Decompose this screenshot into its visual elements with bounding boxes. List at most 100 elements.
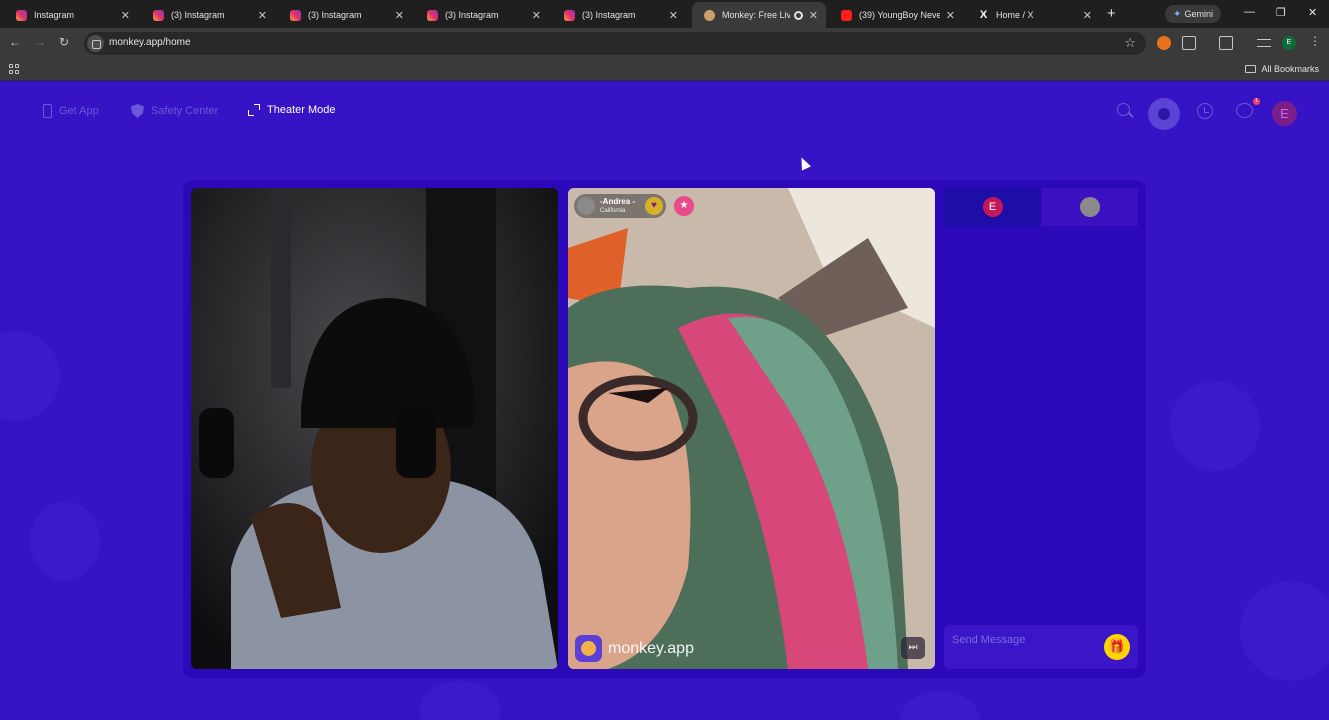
background-pattern — [0, 331, 60, 421]
media-icon[interactable] — [1257, 39, 1271, 47]
peer-profile-chip[interactable]: -Andrea - California ♥ — [574, 194, 666, 218]
tab-title: (3) Instagram — [171, 10, 225, 20]
peer-avatar — [577, 197, 595, 215]
badge-icon: ★ — [674, 196, 694, 216]
browser-tab-strip: Instagram ✕ (3) Instagram ✕ (3) Instagra… — [0, 0, 1329, 28]
my-avatar: E — [982, 197, 1003, 217]
browser-tab-1[interactable]: (3) Instagram ✕ — [141, 4, 275, 26]
self-video — [191, 188, 558, 669]
x-icon: X — [979, 8, 988, 21]
safety-center-link[interactable]: Safety Center — [131, 104, 218, 118]
extension-icon[interactable] — [1157, 36, 1171, 50]
send-message-input[interactable] — [952, 633, 1092, 647]
profile-avatar-icon[interactable]: E — [1282, 36, 1296, 50]
background-pattern — [1170, 381, 1260, 471]
self-video-feed — [191, 188, 558, 669]
peer-video-feed — [568, 188, 935, 669]
chat-tab-me[interactable]: E — [944, 188, 1041, 226]
instagram-icon — [564, 9, 575, 21]
browser-tab-6[interactable]: (39) YoungBoy Never Br ✕ — [829, 4, 963, 26]
browser-tab-5[interactable]: Monkey: Free Live V ✕ — [692, 2, 826, 28]
search-icon[interactable] — [1114, 100, 1136, 122]
skip-forward-icon[interactable]: ⏭ — [901, 637, 925, 659]
close-icon[interactable]: ✕ — [258, 9, 267, 22]
chat-tab-peer[interactable] — [1041, 188, 1138, 226]
background-pattern — [420, 681, 500, 720]
instagram-icon — [427, 9, 438, 21]
tab-title: (3) Instagram — [308, 10, 362, 20]
close-icon[interactable]: ✕ — [946, 9, 955, 22]
chat-panel: E 🎁 — [944, 188, 1138, 669]
tab-title: Instagram — [34, 10, 75, 20]
expand-icon — [248, 104, 260, 116]
browser-tab-3[interactable]: (3) Instagram ✕ — [415, 4, 549, 26]
close-icon[interactable]: ✕ — [809, 9, 818, 22]
heart-icon[interactable]: ♥ — [645, 197, 663, 215]
close-icon[interactable]: ✕ — [669, 9, 678, 22]
theater-mode-button[interactable]: Theater Mode — [248, 104, 335, 116]
background-pattern — [1240, 581, 1329, 681]
close-icon[interactable]: ✕ — [532, 9, 541, 22]
get-app-link[interactable]: Get App — [43, 104, 99, 118]
url-text[interactable]: monkey.app/home — [109, 37, 191, 48]
cast-icon[interactable] — [1219, 36, 1233, 50]
menu-kebab-icon[interactable]: ⋮ — [1309, 34, 1321, 48]
bookmark-star-icon[interactable]: ☆ — [1124, 35, 1136, 51]
message-composer: 🎁 — [944, 625, 1138, 669]
theater-mode-label: Theater Mode — [267, 104, 336, 116]
instagram-icon — [16, 9, 27, 21]
close-icon[interactable]: ✕ — [121, 9, 130, 22]
site-info-icon[interactable] — [87, 35, 104, 52]
sparkle-icon: ✦ — [1173, 8, 1182, 20]
mouse-cursor — [796, 155, 812, 171]
forward-arrow-icon[interactable]: → — [34, 35, 46, 49]
phone-icon — [43, 104, 52, 118]
browser-tab-4[interactable]: (3) Instagram ✕ — [552, 4, 686, 26]
address-bar[interactable]: monkey.app/home ☆ — [84, 32, 1146, 55]
instagram-icon — [290, 9, 301, 21]
window-close-icon[interactable]: ✕ — [1308, 6, 1317, 19]
apps-grid-icon[interactable] — [9, 64, 19, 74]
reload-icon[interactable]: ↻ — [59, 35, 69, 49]
monkey-page: Get App Safety Center Theater Mode 1 E -… — [0, 81, 1329, 720]
background-pattern — [30, 501, 100, 581]
close-icon[interactable]: ✕ — [1083, 9, 1092, 22]
peer-video: -Andrea - California ♥ ★ monkey.app ⏭ — [568, 188, 935, 669]
folder-icon — [1245, 65, 1257, 73]
back-arrow-icon[interactable]: ← — [9, 35, 21, 49]
new-tab-plus-icon[interactable]: + — [1107, 5, 1116, 22]
minimize-icon[interactable]: — — [1244, 6, 1255, 18]
monkey-logo-icon — [575, 635, 602, 662]
history-clock-icon[interactable] — [1194, 100, 1216, 122]
browser-tab-2[interactable]: (3) Instagram ✕ — [278, 4, 412, 26]
notification-badge: 1 — [1253, 98, 1260, 105]
all-bookmarks-label: All Bookmarks — [1261, 64, 1319, 74]
tab-title: (3) Instagram — [582, 10, 636, 20]
gemini-button[interactable]: ✦ Gemini — [1165, 5, 1221, 23]
instagram-icon — [153, 9, 164, 21]
monkey-home-icon[interactable] — [1148, 98, 1180, 130]
gift-icon[interactable]: 🎁 — [1104, 634, 1130, 660]
restore-icon[interactable]: ❐ — [1276, 6, 1286, 19]
browser-tab-7[interactable]: X Home / X ✕ — [966, 4, 1100, 26]
tab-title: Home / X — [996, 10, 1034, 20]
chat-participants: E — [944, 188, 1138, 226]
tab-title: (39) YoungBoy Never Br — [859, 10, 940, 20]
browser-tab-0[interactable]: Instagram ✕ — [4, 4, 138, 26]
browser-toolbar: ← → ↻ monkey.app/home ☆ E ⋮ — [0, 28, 1329, 58]
get-app-label: Get App — [59, 105, 99, 117]
close-icon[interactable]: ✕ — [395, 9, 404, 22]
tab-title: (3) Instagram — [445, 10, 499, 20]
bookmarks-bar: All Bookmarks — [0, 58, 1329, 81]
peer-avatar — [1079, 197, 1100, 217]
recording-icon — [793, 10, 803, 20]
extensions-puzzle-icon[interactable] — [1182, 36, 1196, 50]
background-pattern — [900, 691, 980, 720]
user-avatar[interactable]: E — [1272, 101, 1297, 126]
tab-title: Monkey: Free Live V — [722, 10, 790, 20]
all-bookmarks-button[interactable]: All Bookmarks — [1245, 64, 1319, 74]
safety-center-label: Safety Center — [151, 105, 219, 117]
shield-icon — [131, 104, 144, 118]
watermark-text: monkey.app — [608, 640, 694, 657]
video-chat-stage: -Andrea - California ♥ ★ monkey.app ⏭ E … — [183, 180, 1146, 678]
